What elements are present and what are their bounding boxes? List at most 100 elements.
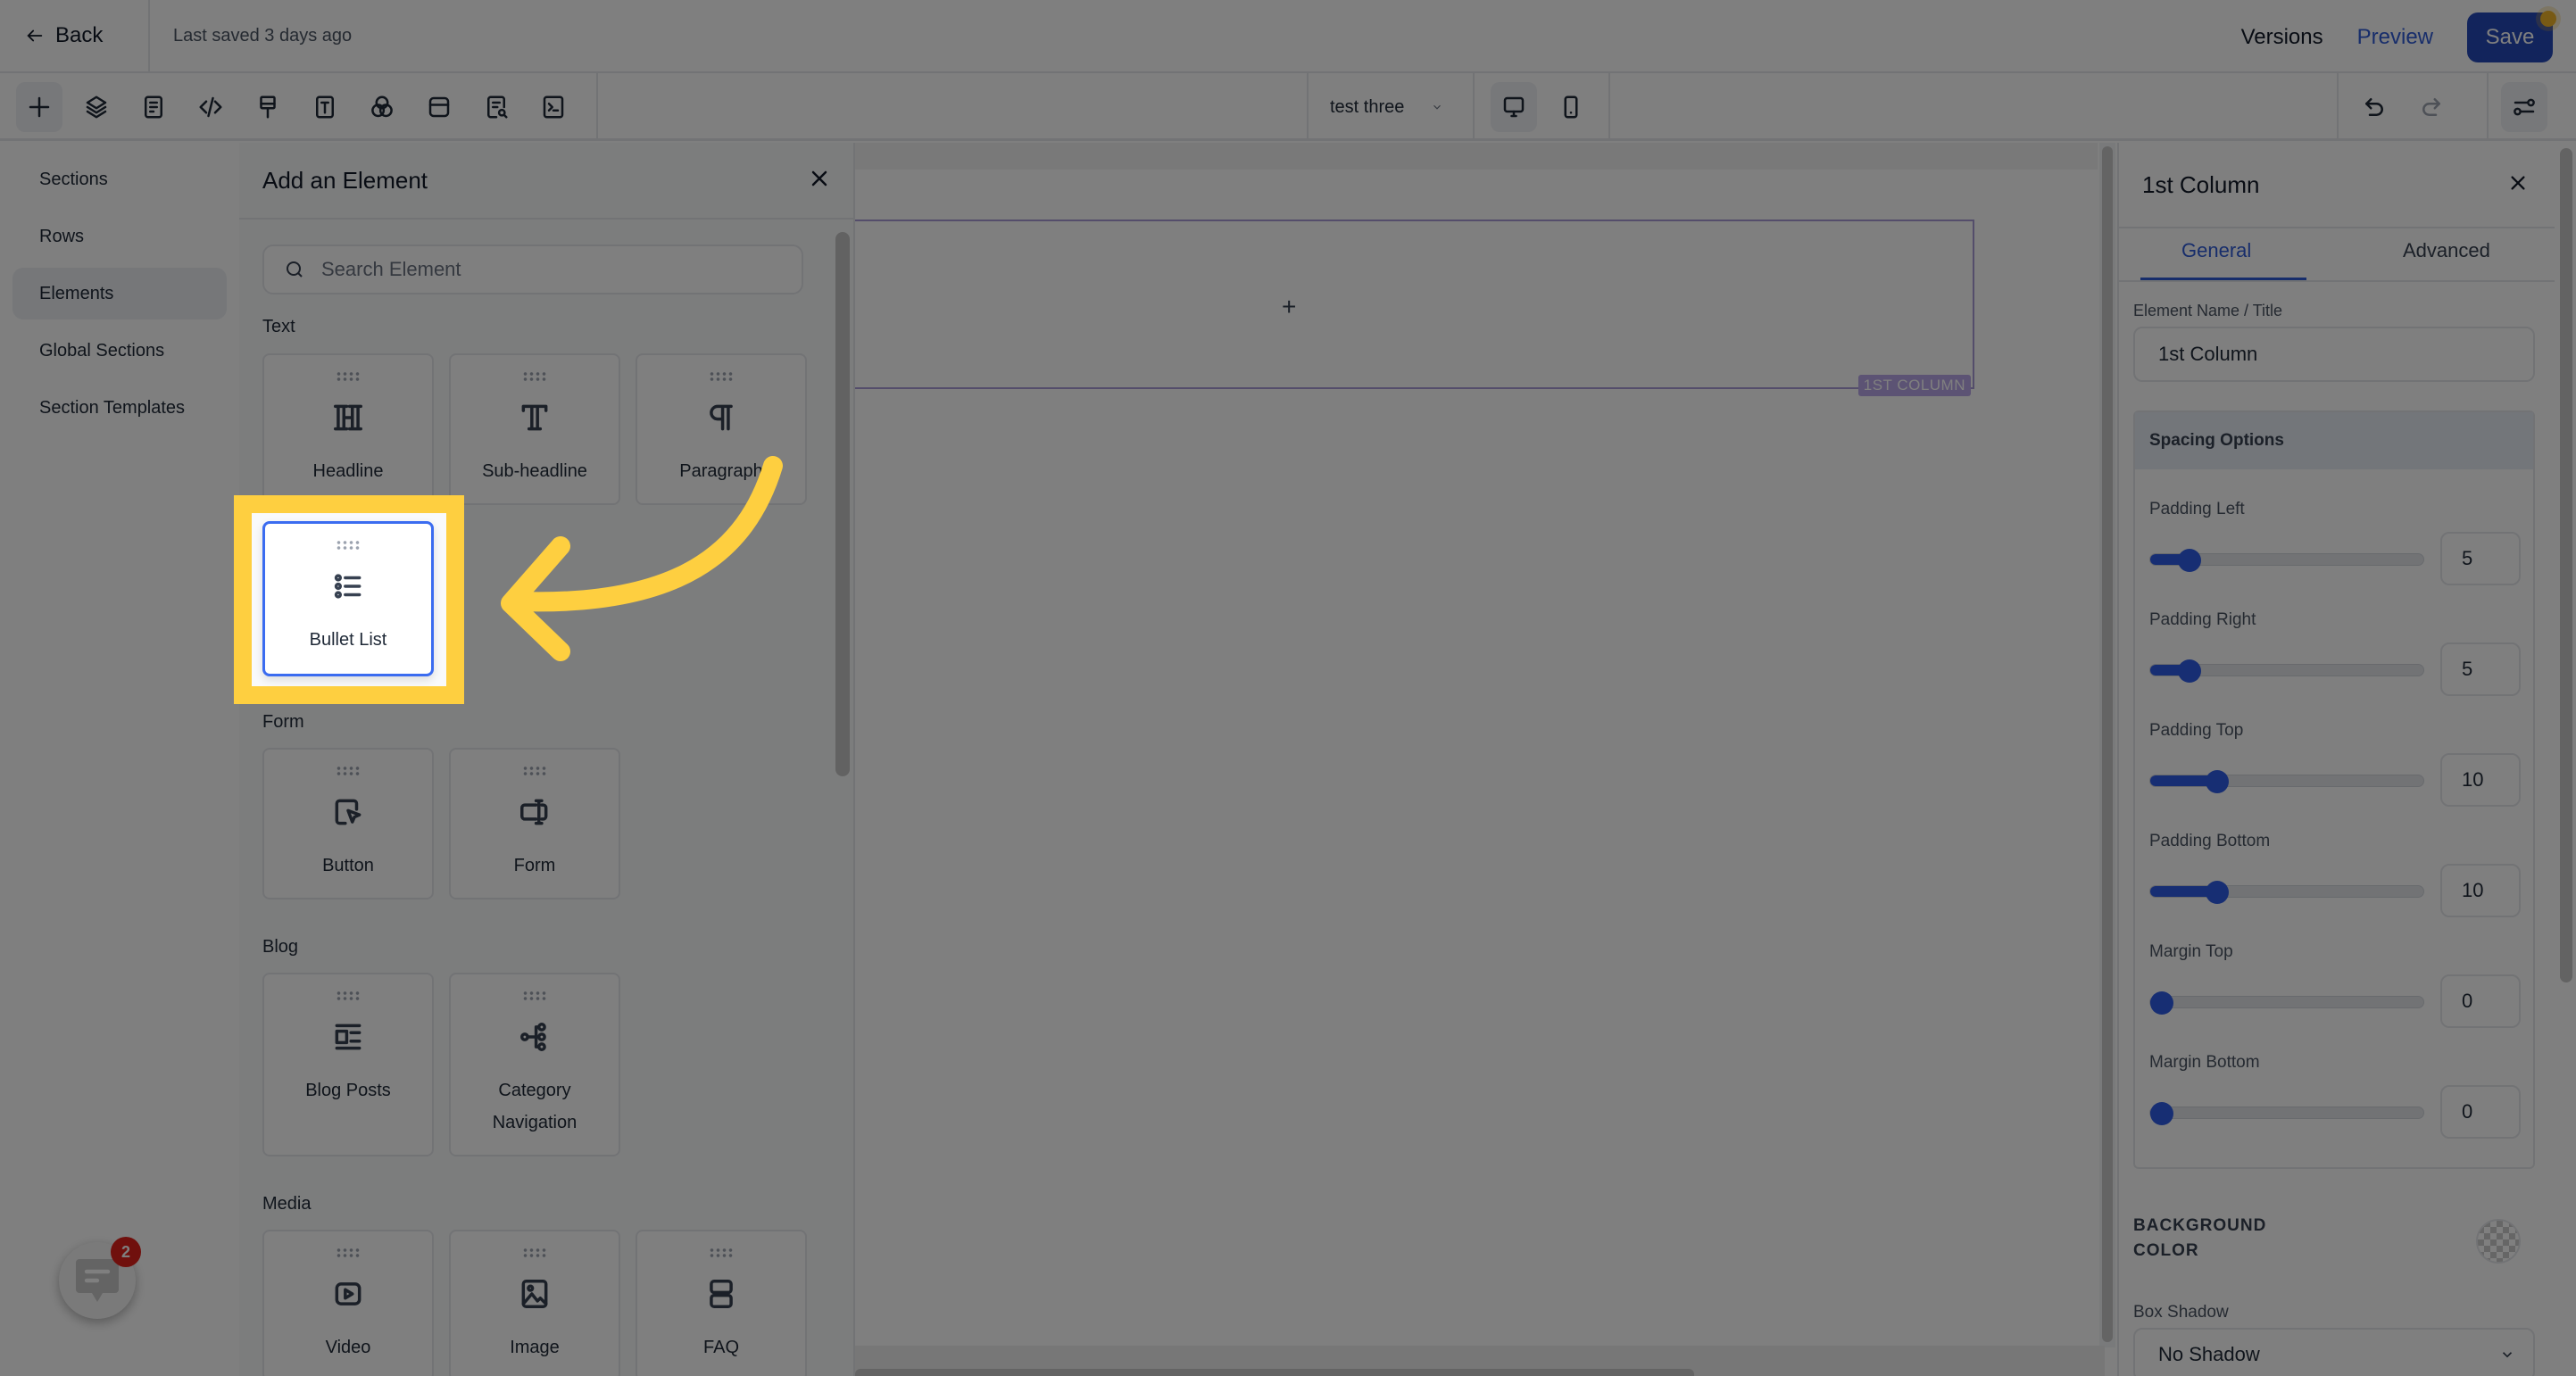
drag-handle-icon[interactable] — [336, 1248, 361, 1258]
close-panel-button[interactable] — [809, 168, 830, 194]
properties-scrollbar[interactable] — [2556, 143, 2576, 1376]
preview-button[interactable]: Preview — [2357, 25, 2433, 50]
slider-track[interactable] — [2149, 770, 2424, 793]
slider-handle[interactable] — [2150, 1102, 2173, 1125]
tab-advanced[interactable]: Advanced — [2403, 239, 2490, 262]
spacing-options-header[interactable]: Spacing Options — [2135, 412, 2533, 469]
styles-tool[interactable] — [245, 82, 291, 132]
drag-handle-icon[interactable] — [336, 766, 361, 776]
headline-icon — [334, 404, 362, 431]
canvas-header-strip — [855, 143, 2098, 170]
slider-handle[interactable] — [2177, 659, 2201, 683]
slider-track[interactable] — [2149, 881, 2424, 904]
slider-label: Padding Left — [2149, 500, 2245, 518]
layout-tool[interactable] — [416, 82, 462, 132]
layers-tool[interactable] — [73, 82, 120, 132]
slider-track[interactable] — [2149, 549, 2424, 572]
canvas-horizontal-scrollbar[interactable] — [855, 1346, 2105, 1376]
page-canvas[interactable]: + 1ST COLUMN — [855, 143, 2098, 1343]
tab-general[interactable]: General — [2181, 239, 2251, 262]
save-button[interactable]: Save — [2467, 11, 2556, 62]
element-card-headline[interactable]: Headline — [262, 353, 434, 505]
versions-button[interactable]: Versions — [2241, 25, 2323, 50]
slider-handle[interactable] — [2205, 881, 2229, 904]
search-input[interactable] — [321, 258, 768, 281]
panel-scrollbar[interactable] — [835, 232, 850, 776]
slider-margin-bottom: Margin Bottom 0 — [2149, 1053, 2524, 1160]
element-card-video[interactable]: Video — [262, 1230, 434, 1376]
box-shadow-select[interactable]: No Shadow — [2133, 1328, 2535, 1376]
slider-track[interactable] — [2149, 991, 2424, 1015]
typography-tool[interactable] — [302, 82, 348, 132]
back-button[interactable]: Back — [0, 0, 150, 72]
element-card-label: Sub-headline — [482, 461, 587, 481]
slider-value-input[interactable]: 0 — [2440, 1085, 2521, 1139]
nav-item-sections[interactable]: Sections — [12, 153, 227, 205]
column-container[interactable]: + 1ST COLUMN — [855, 220, 1974, 396]
page-selector[interactable]: test three — [1309, 73, 1469, 141]
slider-value-input[interactable]: 5 — [2440, 642, 2521, 696]
scrollbar-thumb[interactable] — [2102, 146, 2113, 1342]
slider-value-input[interactable]: 0 — [2440, 974, 2521, 1028]
tracking-code-tool[interactable] — [530, 82, 577, 132]
drag-handle-icon[interactable] — [336, 991, 361, 1001]
drag-handle-icon[interactable] — [522, 371, 547, 382]
element-card-sub-headline[interactable]: Sub-headline — [449, 353, 620, 505]
background-color-swatch[interactable] — [2476, 1219, 2521, 1264]
drag-handle-icon[interactable] — [522, 1248, 547, 1258]
nav-item-global-sections[interactable]: Global Sections — [12, 325, 227, 377]
layout-icon — [428, 96, 450, 118]
desktop-icon — [1503, 96, 1525, 118]
slider-value-input[interactable]: 5 — [2440, 532, 2521, 585]
close-properties-button[interactable] — [2508, 173, 2528, 197]
toolbar-divider — [1473, 73, 1475, 141]
drag-handle-icon[interactable] — [522, 991, 547, 1001]
element-card-paragraph[interactable]: Paragraph — [636, 353, 807, 505]
scrollbar-thumb[interactable] — [2560, 148, 2572, 982]
drag-handle-icon[interactable] — [709, 1248, 734, 1258]
drag-handle-icon[interactable] — [336, 540, 361, 551]
scrollbar-thumb[interactable] — [855, 1369, 1694, 1376]
element-name-value: 1st Column — [2158, 343, 2258, 365]
element-card-faq[interactable]: FAQ — [636, 1230, 807, 1376]
settings-button[interactable] — [2501, 82, 2547, 132]
add-element-plus-icon[interactable]: + — [1282, 293, 1296, 321]
slider-handle[interactable] — [2205, 770, 2229, 793]
add-element-tool[interactable] — [16, 82, 62, 132]
element-card-form[interactable]: Form — [449, 748, 620, 899]
redo-button[interactable] — [2408, 82, 2455, 132]
nav-item-section-templates[interactable]: Section Templates — [12, 382, 227, 434]
column-tag[interactable]: 1ST COLUMN — [1857, 375, 1971, 396]
code-tool[interactable] — [187, 82, 234, 132]
element-card-button[interactable]: Button — [262, 748, 434, 899]
slider-padding-top: Padding Top 10 — [2149, 721, 2524, 828]
element-card-bullet-list[interactable]: Bullet List — [262, 521, 434, 676]
search-element-field[interactable] — [262, 245, 803, 294]
drag-handle-icon[interactable] — [522, 766, 547, 776]
slider-handle[interactable] — [2177, 549, 2201, 572]
undo-button[interactable] — [2351, 82, 2397, 132]
drag-handle-icon[interactable] — [336, 371, 361, 382]
blog-posts-icon — [335, 1024, 361, 1050]
slider-value-input[interactable]: 10 — [2440, 864, 2521, 917]
slider-handle[interactable] — [2150, 991, 2173, 1015]
nav-item-rows[interactable]: Rows — [12, 211, 227, 262]
element-card-category-navigation[interactable]: Category Navigation — [449, 973, 620, 1156]
drag-handle-icon[interactable] — [709, 371, 734, 382]
seo-tool[interactable] — [473, 82, 519, 132]
desktop-view-button[interactable] — [1491, 82, 1537, 132]
pages-tool[interactable] — [130, 82, 177, 132]
mobile-view-button[interactable] — [1548, 82, 1594, 132]
canvas-vertical-scrollbar[interactable] — [2099, 143, 2115, 1347]
slider-value-input[interactable]: 10 — [2440, 753, 2521, 807]
element-name-input[interactable]: 1st Column — [2133, 327, 2535, 382]
colors-tool[interactable] — [359, 82, 405, 132]
slider-track[interactable] — [2149, 659, 2424, 683]
nav-item-label: Elements — [39, 283, 114, 303]
slider-track[interactable] — [2149, 1102, 2424, 1125]
panel-title: Add an Element — [262, 166, 428, 194]
element-card-blog-posts[interactable]: Blog Posts — [262, 973, 434, 1156]
nav-item-elements[interactable]: Elements — [12, 268, 227, 319]
element-card-label: FAQ — [702, 1338, 739, 1357]
element-card-image[interactable]: Image — [449, 1230, 620, 1376]
